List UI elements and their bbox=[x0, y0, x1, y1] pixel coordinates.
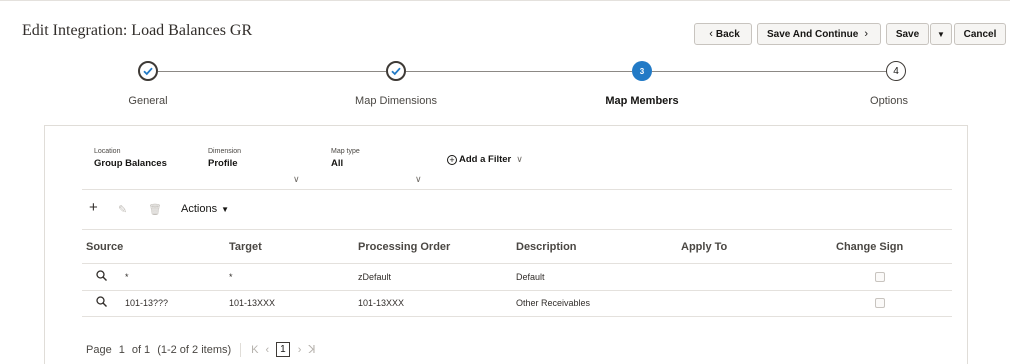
add-filter-label: Add a Filter bbox=[459, 154, 512, 165]
dimension-filter[interactable]: Dimension Profile bbox=[208, 148, 241, 169]
add-icon[interactable]: + bbox=[89, 199, 98, 216]
location-filter-value: Group Balances bbox=[94, 158, 167, 169]
train-connector bbox=[406, 71, 632, 72]
add-filter-button[interactable]: + Add a Filter ∨ bbox=[447, 154, 523, 165]
actions-menu-label: Actions bbox=[181, 203, 218, 215]
table-cell-target: * bbox=[229, 272, 233, 282]
save-and-continue-button[interactable]: Save And Continue › bbox=[757, 23, 881, 45]
change-sign-checkbox[interactable] bbox=[875, 272, 885, 282]
table-cell-processing-order: zDefault bbox=[358, 272, 392, 282]
column-header-apply-to[interactable]: Apply To bbox=[681, 241, 727, 253]
edit-pencil-icon[interactable]: ✎ bbox=[118, 203, 127, 216]
train-stop-options[interactable]: 4 bbox=[886, 61, 906, 81]
train-stop-map-dimensions[interactable] bbox=[386, 61, 406, 81]
pager-items-label: (1-2 of 2 items) bbox=[157, 343, 232, 356]
train-stop-general[interactable] bbox=[138, 61, 158, 81]
column-header-change-sign[interactable]: Change Sign bbox=[836, 241, 903, 253]
pager-separator bbox=[240, 342, 242, 357]
back-button[interactable]: ‹ Back bbox=[694, 23, 752, 45]
map-type-filter-value: All bbox=[331, 158, 344, 169]
save-button[interactable]: Save bbox=[886, 23, 929, 45]
cancel-button-label: Cancel bbox=[963, 28, 997, 40]
first-page-icon[interactable]: K bbox=[251, 344, 258, 356]
top-divider bbox=[0, 0, 1010, 1]
search-icon[interactable] bbox=[96, 270, 107, 284]
table-cell-description: Default bbox=[516, 272, 545, 282]
last-page-icon[interactable]: ꓘ bbox=[308, 343, 315, 356]
page-title: Edit Integration: Load Balances GR bbox=[22, 22, 253, 39]
column-header-processing-order[interactable]: Processing Order bbox=[358, 241, 450, 253]
dimension-filter-label: Dimension bbox=[208, 148, 242, 155]
table-cell-target: 101-13XXX bbox=[229, 298, 276, 308]
next-page-icon[interactable]: › bbox=[298, 344, 302, 356]
pager-page-label: Page bbox=[86, 343, 112, 356]
location-filter-label: Location bbox=[94, 148, 121, 155]
chevron-down-icon[interactable]: ∨ bbox=[293, 174, 300, 185]
chevron-down-icon[interactable]: ∨ bbox=[415, 174, 422, 185]
cancel-button[interactable]: Cancel bbox=[954, 23, 1006, 45]
save-menu-button[interactable]: ▼ bbox=[930, 23, 952, 45]
table-header-divider bbox=[82, 263, 952, 264]
previous-page-icon[interactable]: ‹ bbox=[266, 344, 270, 356]
table-cell-description: Other Receivables bbox=[516, 298, 591, 308]
back-button-label: Back bbox=[715, 28, 740, 40]
search-icon[interactable] bbox=[96, 296, 107, 310]
pagination: Page 1 of 1 (1-2 of 2 items) K ‹ 1 › ꓘ bbox=[86, 342, 323, 357]
train-label-general[interactable]: General bbox=[128, 95, 167, 107]
table-row-divider bbox=[82, 290, 952, 291]
map-type-filter-label: Map type bbox=[331, 148, 360, 155]
chevron-right-icon: › bbox=[864, 28, 868, 40]
divider bbox=[82, 229, 952, 230]
train-connector bbox=[158, 71, 386, 72]
pager-of-label: of 1 bbox=[131, 343, 151, 356]
train-label-map-members[interactable]: Map Members bbox=[605, 95, 678, 107]
caret-down-icon: ▼ bbox=[221, 205, 229, 214]
divider bbox=[82, 189, 952, 190]
column-header-target[interactable]: Target bbox=[229, 241, 262, 253]
column-header-source[interactable]: Source bbox=[86, 241, 123, 253]
train-label-map-dimensions[interactable]: Map Dimensions bbox=[355, 95, 437, 107]
table-cell-source: 101-13??? bbox=[125, 298, 169, 308]
save-button-label: Save bbox=[895, 28, 920, 40]
delete-trash-icon[interactable]: 🗑 bbox=[148, 203, 162, 216]
table-row-divider bbox=[82, 316, 952, 317]
pager-current-page: 1 bbox=[118, 343, 125, 356]
dimension-filter-value: Profile bbox=[208, 158, 238, 169]
location-filter[interactable]: Location Group Balances bbox=[94, 148, 167, 169]
checkmark-icon bbox=[391, 67, 401, 76]
train-connector bbox=[652, 71, 886, 72]
map-type-filter[interactable]: Map type All bbox=[331, 148, 360, 169]
train-stop-map-members[interactable]: 3 bbox=[632, 61, 652, 81]
change-sign-checkbox[interactable] bbox=[875, 298, 885, 308]
train-label-options[interactable]: Options bbox=[870, 95, 908, 107]
chevron-left-icon: ‹ bbox=[709, 28, 713, 40]
table-cell-source: * bbox=[125, 272, 129, 282]
caret-down-icon: ▼ bbox=[937, 29, 945, 39]
checkmark-icon bbox=[143, 67, 153, 76]
column-header-description[interactable]: Description bbox=[516, 241, 577, 253]
table-cell-processing-order: 101-13XXX bbox=[358, 298, 405, 308]
actions-menu[interactable]: Actions ▼ bbox=[181, 203, 229, 215]
page-number-box[interactable]: 1 bbox=[276, 342, 290, 357]
plus-circle-icon: + bbox=[447, 154, 457, 165]
save-and-continue-label: Save And Continue bbox=[767, 28, 859, 40]
chevron-down-icon: ∨ bbox=[516, 154, 523, 164]
